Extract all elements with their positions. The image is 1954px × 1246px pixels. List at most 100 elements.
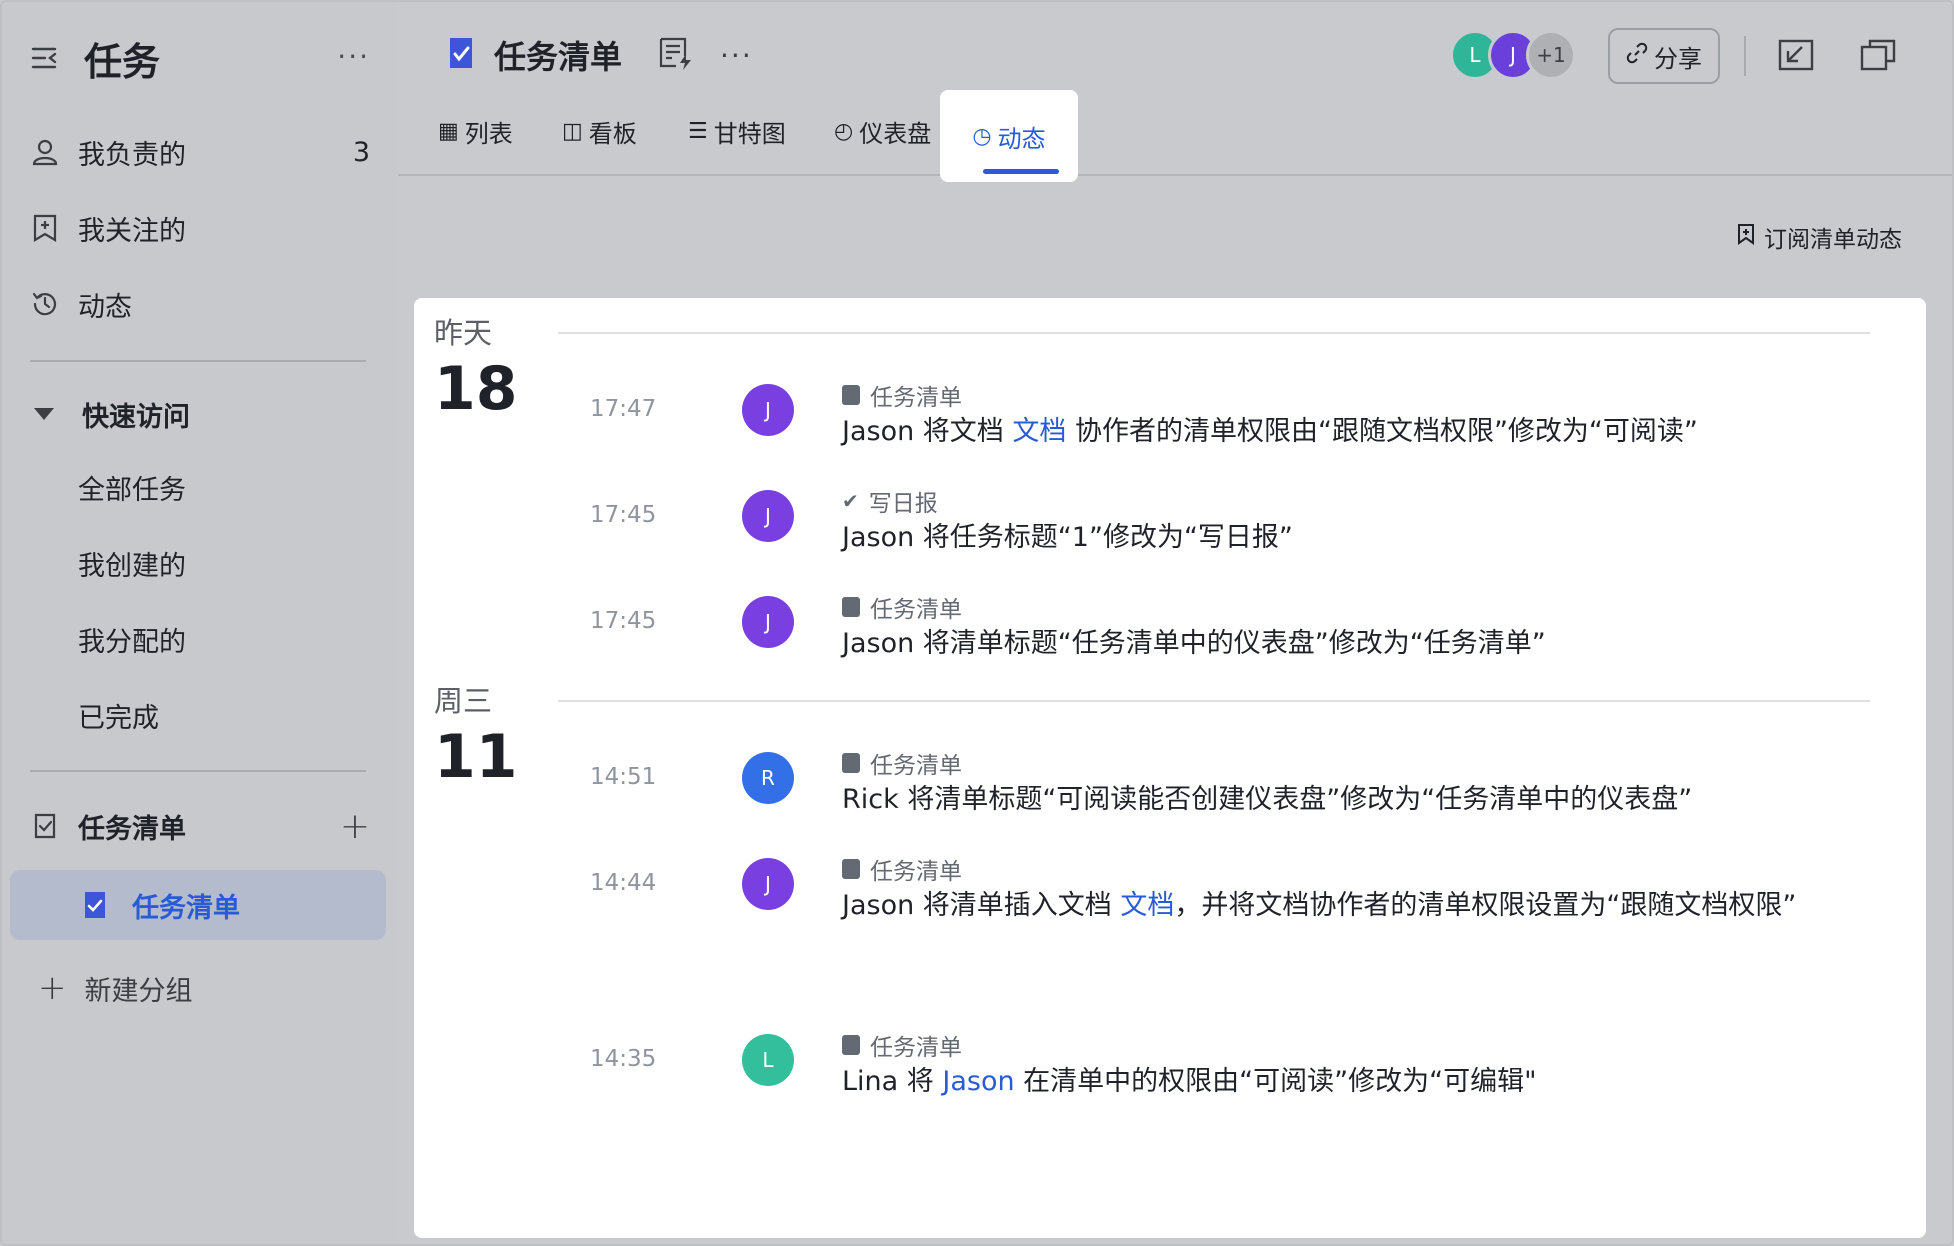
kanban-icon: ◫ [562, 119, 583, 144]
gantt-icon: ☰ [688, 119, 708, 144]
entry-source[interactable]: ✔ 写日报 [842, 484, 938, 518]
entry-time: 14:44 [590, 870, 657, 896]
active-tab-indicator [983, 169, 1059, 174]
quick-access-header[interactable]: 快速访问 [30, 386, 370, 442]
tab-list[interactable]: ▦ 列表 [438, 114, 513, 149]
page-title: 任务清单 [494, 38, 623, 76]
share-button[interactable]: 分享 [1608, 28, 1720, 84]
app-window: 任务 ··· 我负责的 3 我关注的 动态 快速访问 全部任务 我创建的 我分配… [0, 0, 1954, 1246]
avatar[interactable]: J [742, 384, 794, 436]
list-icon [842, 859, 860, 879]
open-new-window-icon[interactable] [1860, 38, 1896, 72]
history-icon [30, 289, 60, 319]
entry-source[interactable]: 任务清单 [842, 1028, 962, 1062]
subscribe-label: 订阅清单动态 [1764, 227, 1902, 253]
entry-source[interactable]: 任务清单 [842, 746, 962, 780]
sidebar-item-label: 我关注的 [78, 215, 186, 247]
active-list-label: 任务清单 [132, 892, 240, 924]
user-mention[interactable]: Jason [942, 1066, 1014, 1097]
divider [1744, 36, 1746, 76]
bookmark-icon [1736, 223, 1756, 251]
entry-time: 17:47 [590, 396, 657, 422]
day-label: 周三 [434, 684, 493, 718]
day-label: 昨天 [434, 316, 493, 350]
more-icon[interactable]: ··· [337, 40, 370, 73]
sidebar-item-active-list[interactable]: 任务清单 [10, 870, 386, 940]
sidebar-header: 任务 ··· [30, 30, 370, 86]
message-text: 协作者的清单权限由“跟随文档权限”修改为“可阅读” [1066, 416, 1698, 447]
table-icon: ▦ [438, 119, 459, 144]
bookmark-icon [30, 213, 60, 243]
entry-source[interactable]: 任务清单 [842, 852, 962, 886]
new-group-label: 新建分组 [84, 975, 193, 1007]
source-label: 任务清单 [870, 1035, 962, 1061]
message-text: 在清单中的权限由“可阅读”修改为“可编辑" [1014, 1066, 1537, 1097]
tab-kanban[interactable]: ◫ 看板 [562, 114, 637, 149]
quick-access-all-tasks[interactable]: 全部任务 [78, 462, 186, 512]
avatar[interactable]: R [742, 752, 794, 804]
history-icon: ◷ [972, 123, 992, 149]
count-badge: 3 [352, 136, 370, 168]
entry-source[interactable]: 任务清单 [842, 378, 962, 412]
message-text: Jason 将文档 [842, 416, 1013, 447]
list-icon [842, 1035, 860, 1055]
subscribe-button[interactable]: 订阅清单动态 [1736, 220, 1902, 254]
source-label: 写日报 [868, 491, 938, 517]
avatar[interactable]: J [742, 596, 794, 648]
entry-message: Jason 将任务标题“1”修改为“写日报” [842, 522, 1293, 553]
source-label: 任务清单 [870, 385, 962, 411]
activity-feed: 昨天 18 17:47 J 任务清单 Jason 将文档 文档 协作者的清单权限… [414, 298, 1926, 1238]
entry-time: 17:45 [590, 608, 657, 634]
task-list-icon [82, 890, 108, 927]
avatar[interactable]: J [742, 858, 794, 910]
add-list-icon[interactable]: + [340, 806, 370, 847]
doc-link[interactable]: 文档 [1012, 416, 1066, 447]
fullscreen-icon[interactable] [1778, 38, 1814, 72]
plus-icon: + [38, 968, 67, 1008]
sidebar-item-activity[interactable]: 动态 [30, 276, 370, 332]
sidebar: 任务 ··· 我负责的 3 我关注的 动态 快速访问 全部任务 我创建的 我分配… [2, 2, 398, 1244]
doc-link[interactable]: 文档 [1120, 890, 1174, 921]
sidebar-item-assigned-to-me[interactable]: 我负责的 3 [30, 124, 370, 180]
link-icon [1626, 42, 1648, 70]
divider [30, 360, 366, 362]
entry-message: Jason 将清单标题“任务清单中的仪表盘”修改为“任务清单” [842, 628, 1546, 659]
more-icon[interactable]: ··· [720, 39, 753, 72]
more-collaborators-badge: +1 [1526, 30, 1576, 80]
list-icon [842, 385, 860, 405]
tab-label: 甘特图 [713, 120, 786, 148]
source-label: 任务清单 [870, 597, 962, 623]
quick-access-title: 快速访问 [82, 401, 190, 433]
entry-time: 14:35 [590, 1046, 657, 1072]
tab-dashboard[interactable]: ◴ 仪表盘 [834, 114, 931, 149]
avatar[interactable]: L [742, 1034, 794, 1086]
topbar: 任务清单 ··· L J +1 分享 [398, 2, 1952, 102]
quick-access-assigned[interactable]: 我分配的 [78, 614, 186, 664]
divider [30, 770, 366, 772]
title-bar: 任务清单 ··· [446, 32, 753, 78]
tab-gantt[interactable]: ☰ 甘特图 [688, 114, 786, 149]
tab-activity[interactable]: ◷ 动态 [940, 90, 1078, 182]
collapse-sidebar-icon[interactable] [30, 43, 60, 73]
entry-time: 14:51 [590, 764, 657, 790]
person-icon [30, 137, 60, 167]
lists-section-header[interactable]: 任务清单 + [30, 798, 370, 854]
entry-message: Rick 将清单标题“可阅读能否创建仪表盘”修改为“任务清单中的仪表盘” [842, 784, 1693, 815]
sidebar-item-following[interactable]: 我关注的 [30, 200, 370, 256]
collaborator-avatars[interactable]: L J +1 [1450, 30, 1576, 80]
avatar[interactable]: J [742, 490, 794, 542]
day-number: 18 [434, 354, 518, 424]
list-icon [842, 597, 860, 617]
new-group-button[interactable]: + 新建分组 [38, 968, 193, 1008]
quick-access-created[interactable]: 我创建的 [78, 538, 186, 588]
quick-access-completed[interactable]: 已完成 [78, 690, 159, 740]
sidebar-title: 任务 [84, 39, 161, 84]
tab-label: 动态 [997, 124, 1046, 153]
check-icon: ✔ [842, 489, 859, 513]
tab-label: 仪表盘 [859, 120, 932, 148]
day-divider [558, 700, 1870, 702]
list-settings-icon[interactable] [658, 36, 696, 74]
caret-down-icon [34, 408, 54, 420]
sidebar-item-label: 我负责的 [78, 139, 186, 171]
entry-source[interactable]: 任务清单 [842, 590, 962, 624]
